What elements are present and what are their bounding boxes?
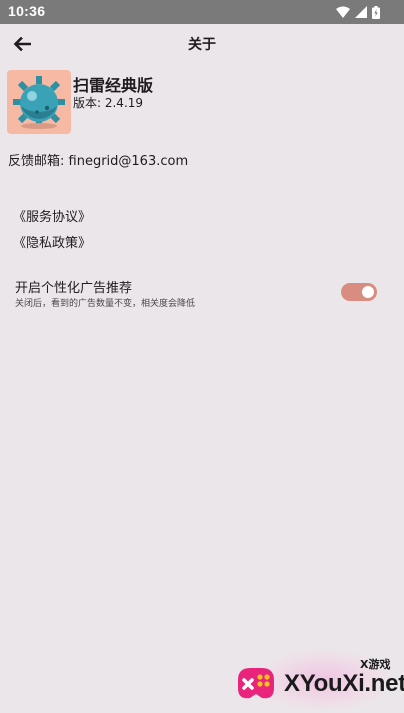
ad-setting-title: 开启个性化广告推荐	[15, 281, 133, 296]
mine-icon	[13, 76, 65, 129]
page-title: 关于	[188, 37, 216, 53]
app-bar: 关于	[0, 24, 404, 64]
signal-icon	[355, 6, 367, 18]
gamepad-logo-icon	[238, 668, 274, 699]
app-icon	[7, 70, 71, 134]
toggle-thumb	[362, 286, 374, 298]
watermark: X游戏 XYouXi.net	[228, 650, 404, 713]
privacy-policy-link[interactable]: 《隐私政策》	[13, 232, 91, 251]
feedback-email[interactable]: 反馈邮箱: finegrid@163.com	[8, 150, 188, 169]
status-bar: 10:36	[0, 0, 404, 24]
app-version: 版本: 2.4.19	[73, 96, 144, 110]
ad-toggle[interactable]	[341, 283, 377, 301]
service-agreement-link[interactable]: 《服务协议》	[13, 206, 91, 225]
status-time: 10:36	[8, 3, 46, 19]
app-name: 扫雷经典版	[73, 76, 154, 95]
status-icons	[336, 5, 380, 19]
battery-icon	[372, 5, 380, 19]
wifi-icon	[336, 6, 350, 18]
watermark-big-text: XYouXi.net	[284, 670, 404, 697]
ad-setting-description: 关闭后，看到的广告数量不变，相关度会降低	[15, 299, 196, 309]
